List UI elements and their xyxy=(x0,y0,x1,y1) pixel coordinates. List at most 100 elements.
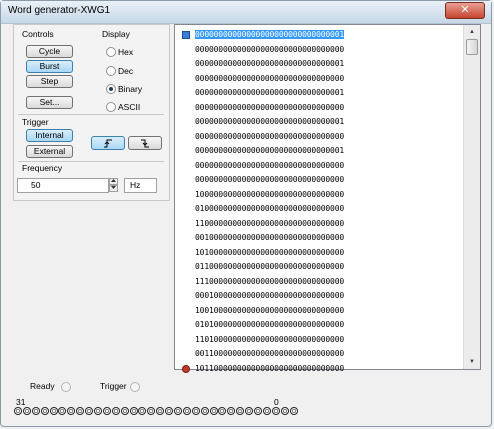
word-row[interactable]: 00000000000000000000000000000000 xyxy=(181,72,463,87)
word-row[interactable]: 00110000000000000000000000000000 xyxy=(181,347,463,362)
output-pin-icon[interactable] xyxy=(120,407,129,415)
internal-trigger-button[interactable]: Internal xyxy=(26,129,73,142)
radio-binary[interactable] xyxy=(106,84,116,94)
output-pin-icon[interactable] xyxy=(191,407,200,415)
output-pin-icon[interactable] xyxy=(218,407,227,415)
word-row[interactable]: 00010000000000000000000000000000 xyxy=(181,289,463,304)
burst-button[interactable]: Burst xyxy=(26,60,73,73)
frequency-label: Frequency xyxy=(22,163,63,173)
word-row[interactable]: 11000000000000000000000000000000 xyxy=(181,217,463,232)
spin-down-icon xyxy=(111,186,116,189)
word-row[interactable]: 00100000000000000000000000000000 xyxy=(181,231,463,246)
output-pin-icon[interactable] xyxy=(58,407,67,415)
word-row[interactable]: 00000000000000000000000000000000 xyxy=(181,43,463,58)
vertical-scrollbar[interactable]: ▲ ▼ xyxy=(463,25,480,369)
word-row[interactable]: 00000000000000000000000000000001 xyxy=(181,86,463,101)
frequency-unit-select[interactable]: Hz xyxy=(124,178,157,193)
radio-hex[interactable] xyxy=(106,47,116,57)
output-pin-icon[interactable] xyxy=(49,407,58,415)
word-row[interactable]: 00000000000000000000000000000000 xyxy=(181,159,463,174)
word-row[interactable]: 00000000000000000000000000000001 xyxy=(181,115,463,130)
rising-edge-button[interactable] xyxy=(91,136,125,150)
output-pin-icon[interactable] xyxy=(138,407,147,415)
output-pin-icon[interactable] xyxy=(94,407,103,415)
word-row[interactable]: 01100000000000000000000000000000 xyxy=(181,260,463,275)
falling-edge-icon xyxy=(141,139,149,148)
scroll-down-arrow-icon[interactable]: ▼ xyxy=(464,355,480,369)
output-pin-icon[interactable] xyxy=(182,407,191,415)
word-value: 01010000000000000000000000000000 xyxy=(195,320,345,329)
word-row[interactable]: 10000000000000000000000000000000 xyxy=(181,188,463,203)
scroll-thumb[interactable] xyxy=(466,39,478,55)
radio-ascii[interactable] xyxy=(106,102,116,112)
output-pin-icon[interactable] xyxy=(147,407,156,415)
word-value: 11000000000000000000000000000000 xyxy=(195,218,345,228)
output-pin-icon[interactable] xyxy=(236,407,245,415)
word-value: 00110000000000000000000000000000 xyxy=(195,349,345,358)
output-pin-icon[interactable] xyxy=(245,407,254,415)
word-data-list[interactable]: 00000000000000000000000000000001 00000000… xyxy=(174,24,481,373)
ready-indicator xyxy=(61,382,71,392)
divider xyxy=(18,114,164,115)
output-pin-icon[interactable] xyxy=(22,407,31,415)
radio-dec[interactable] xyxy=(106,66,116,76)
word-value: 00000000000000000000000000000000 xyxy=(195,131,345,141)
radio-dec-label: Dec xyxy=(118,66,134,76)
output-pin-icon[interactable] xyxy=(262,407,271,415)
word-value: 10100000000000000000000000000000 xyxy=(195,247,345,257)
output-pin-icon[interactable] xyxy=(227,407,236,415)
title-bar: Word generator-XWG1 ✕ xyxy=(1,1,491,24)
word-row[interactable]: 00000000000000000000000000000000 xyxy=(181,173,463,188)
word-row[interactable]: 00000000000000000000000000000001 xyxy=(181,57,463,72)
external-trigger-button[interactable]: External xyxy=(26,145,73,158)
output-pin-icon[interactable] xyxy=(209,407,218,415)
output-pin-icon[interactable] xyxy=(271,407,280,415)
output-pin-icon[interactable] xyxy=(85,407,94,415)
word-value: 10110000000000000000000000000000 xyxy=(195,363,345,373)
output-pin-icon[interactable] xyxy=(289,407,298,415)
word-value: 00000000000000000000000000000001 xyxy=(195,146,345,155)
word-row[interactable]: 10010000000000000000000000000000 xyxy=(181,304,463,319)
step-button[interactable]: Step xyxy=(26,75,73,88)
frequency-up-button[interactable] xyxy=(109,178,118,185)
word-row[interactable]: 11010000000000000000000000000000 xyxy=(181,333,463,348)
output-pin-icon[interactable] xyxy=(254,407,263,415)
word-row[interactable]: 10100000000000000000000000000000 xyxy=(181,246,463,261)
output-pin-icon[interactable] xyxy=(111,407,120,415)
word-row[interactable]: 00000000000000000000000000000000 xyxy=(181,130,463,145)
output-pin-icon[interactable] xyxy=(200,407,209,415)
window-title: Word generator-XWG1 xyxy=(8,5,111,16)
falling-edge-button[interactable] xyxy=(128,136,162,150)
word-row[interactable]: 11100000000000000000000000000000 xyxy=(181,275,463,290)
output-pin-icon[interactable] xyxy=(156,407,165,415)
word-value: 00010000000000000000000000000000 xyxy=(195,291,345,300)
word-value: 01000000000000000000000000000000 xyxy=(195,204,345,213)
word-row[interactable]: 00000000000000000000000000000001 xyxy=(181,144,463,159)
word-row[interactable]: 01010000000000000000000000000000 xyxy=(181,318,463,333)
output-pin-icon[interactable] xyxy=(165,407,174,415)
word-row[interactable]: 00000000000000000000000000000000 xyxy=(181,101,463,116)
output-pin-icon[interactable] xyxy=(102,407,111,415)
settings-panel: Controls Cycle Burst Step Set... Display… xyxy=(13,24,170,201)
output-pin-icon[interactable] xyxy=(129,407,138,415)
output-pin-icon[interactable] xyxy=(40,407,49,415)
cycle-button[interactable]: Cycle xyxy=(26,45,73,58)
scroll-up-arrow-icon[interactable]: ▲ xyxy=(464,25,480,39)
trigger-label: Trigger xyxy=(22,117,49,127)
frequency-down-button[interactable] xyxy=(109,185,118,192)
output-pin-icon[interactable] xyxy=(76,407,85,415)
bit-high-label: 31 xyxy=(16,397,26,407)
word-value: 11100000000000000000000000000000 xyxy=(195,276,345,286)
frequency-input[interactable]: 50 xyxy=(17,178,109,193)
output-pin-icon[interactable] xyxy=(31,407,40,415)
output-pin-icon[interactable] xyxy=(14,407,22,415)
spin-up-icon xyxy=(111,179,116,182)
word-row[interactable]: 00000000000000000000000000000001 xyxy=(181,28,463,43)
word-row[interactable]: 01000000000000000000000000000000 xyxy=(181,202,463,217)
output-pin-icon[interactable] xyxy=(174,407,183,415)
output-pin-icon[interactable] xyxy=(67,407,76,415)
close-button[interactable]: ✕ xyxy=(445,2,485,19)
set-button[interactable]: Set... xyxy=(26,96,73,109)
output-pin-icon[interactable] xyxy=(280,407,289,415)
word-row[interactable]: 10110000000000000000000000000000 xyxy=(181,362,463,377)
